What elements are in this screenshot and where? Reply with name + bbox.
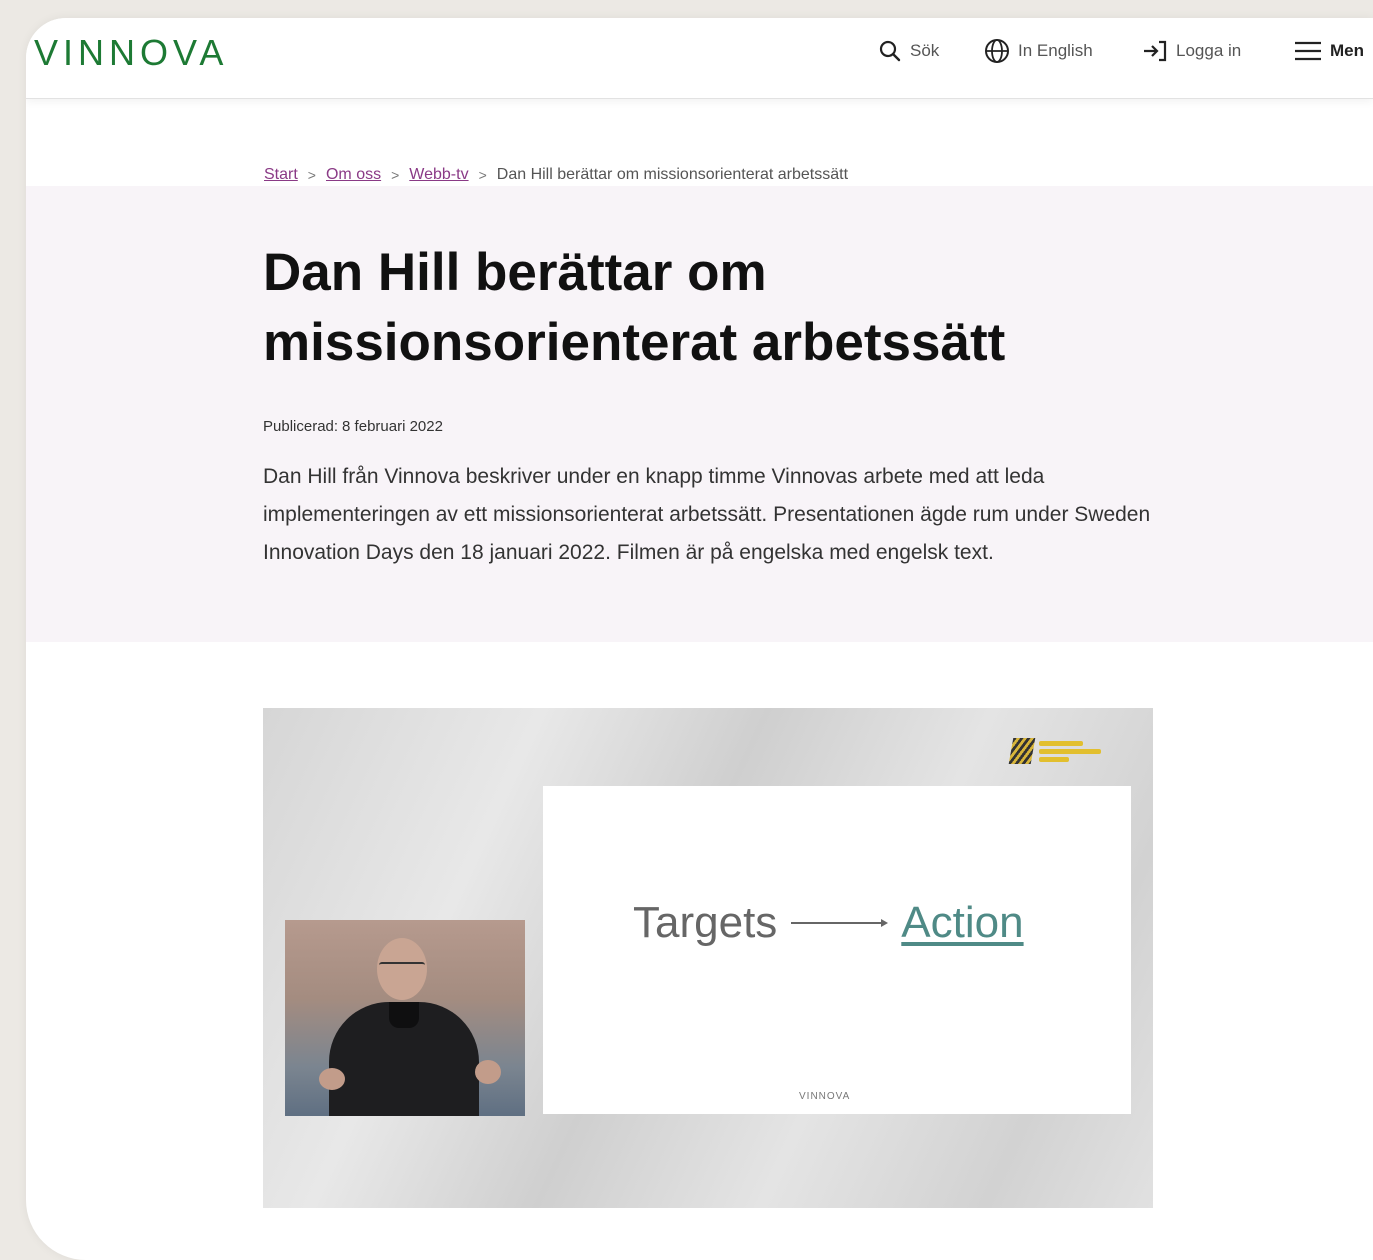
presentation-slide: Targets Action VINNOVA <box>543 786 1131 1114</box>
search-icon <box>878 39 902 63</box>
chevron-right-icon: > <box>478 167 487 183</box>
chevron-right-icon: > <box>307 167 316 183</box>
event-logo-wordmark <box>1039 740 1101 762</box>
breadcrumb-current: Dan Hill berättar om missionsorienterat … <box>496 166 849 183</box>
login-icon <box>1142 39 1168 63</box>
published-value: 8 februari 2022 <box>342 418 443 435</box>
speaker-video-frame <box>285 920 525 1116</box>
slide-targets-text: Targets <box>633 898 778 947</box>
article-description: Dan Hill från Vinnova beskriver under en… <box>263 465 1151 564</box>
speaker-glasses <box>379 962 425 972</box>
search-label: Sök <box>910 41 940 60</box>
slide-vinnova-logo: VINNOVA <box>799 1091 851 1102</box>
slide-content: Targets Action <box>633 898 1024 948</box>
browser-viewport: VINNOVA Sök In English Logga in Men Star… <box>26 18 1373 1260</box>
speaker-hand <box>319 1068 345 1090</box>
published-label: Publicerad: <box>263 418 339 435</box>
speaker-hand <box>475 1060 501 1084</box>
event-logo <box>1008 738 1101 764</box>
vinnova-logo[interactable]: VINNOVA <box>34 32 228 74</box>
speaker-collar <box>389 1002 419 1028</box>
published-date: Publicerad: 8 februari 2022 <box>263 418 443 435</box>
chevron-right-icon: > <box>391 167 400 183</box>
search-button[interactable]: Sök <box>878 34 939 68</box>
arrow-right-icon <box>789 916 889 930</box>
breadcrumb-link-webb-tv[interactable]: Webb-tv <box>409 166 468 184</box>
language-button[interactable]: In English <box>984 34 1093 68</box>
page-title: Dan Hill berättar om missionsorienterat … <box>263 243 1006 372</box>
login-button[interactable]: Logga in <box>1142 34 1241 68</box>
video-player[interactable]: Targets Action VINNOVA <box>263 708 1153 1208</box>
event-logo-mark <box>1008 738 1036 764</box>
slide-action-text: Action <box>901 898 1024 947</box>
menu-label: Men <box>1330 41 1364 60</box>
language-label: In English <box>1018 41 1093 60</box>
breadcrumb-link-start[interactable]: Start <box>264 166 298 184</box>
breadcrumb: Start > Om oss > Webb-tv > Dan Hill berä… <box>264 166 848 184</box>
login-label: Logga in <box>1176 41 1242 60</box>
globe-icon <box>984 38 1010 64</box>
menu-button[interactable]: Men <box>1294 34 1364 68</box>
site-header: VINNOVA Sök In English Logga in Men <box>26 18 1373 99</box>
hamburger-icon <box>1294 40 1322 62</box>
breadcrumb-link-om-oss[interactable]: Om oss <box>326 166 381 184</box>
